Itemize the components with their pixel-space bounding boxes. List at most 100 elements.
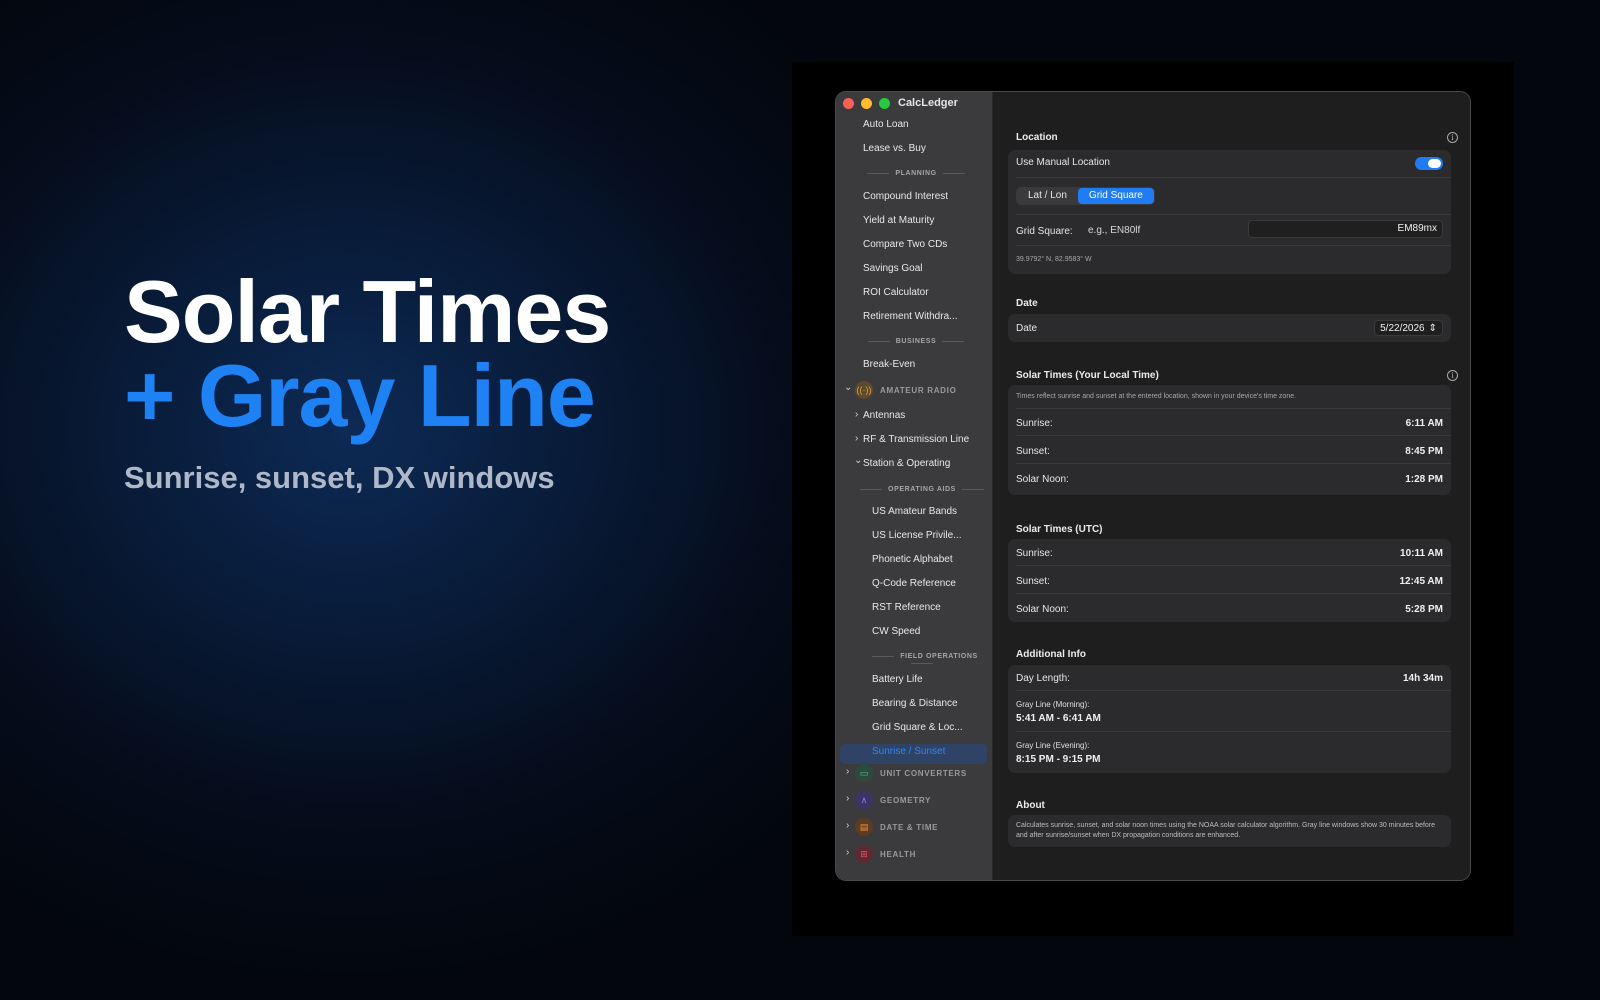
stepper-icon: ⇕ (1428, 322, 1437, 334)
day-length-value: 14h 34m (1402, 673, 1443, 684)
seg-lat-lon[interactable]: Lat / Lon (1017, 188, 1078, 204)
local-times-note: Times reflect sunrise and sunset at the … (1016, 393, 1297, 400)
additional-info-title: Additional Info (1016, 649, 1086, 660)
chevron-down-icon[interactable]: ⌄ (854, 455, 862, 466)
sidebar-item-break-even[interactable]: Break-Even (863, 359, 915, 370)
sidebar-item-lease-vs-buy[interactable]: Lease vs. Buy (863, 143, 926, 154)
utc-times-title: Solar Times (UTC) (1016, 524, 1103, 535)
sidebar-item-sunrise-sunset[interactable]: Sunrise / Sunset (872, 746, 945, 757)
ruler-icon: ▭ (855, 764, 873, 782)
sidebar-item-roi-calculator[interactable]: ROI Calculator (863, 287, 929, 298)
utc-times-card: Sunrise: 10:11 AM Sunset: 12:45 AM Solar… (1008, 539, 1451, 622)
seg-grid-square[interactable]: Grid Square (1077, 188, 1154, 204)
date-value: 5/22/2026 (1380, 322, 1425, 334)
local-times-card: Times reflect sunrise and sunset at the … (1008, 385, 1451, 495)
sidebar-item-phonetic[interactable]: Phonetic Alphabet (872, 554, 953, 565)
sidebar-item-grid-square[interactable]: Grid Square & Loc... (872, 722, 963, 733)
sidebar-item-bearing-distance[interactable]: Bearing & Distance (872, 698, 958, 709)
close-button[interactable] (843, 98, 854, 109)
divider (1016, 593, 1451, 594)
sidebar-item-q-code[interactable]: Q-Code Reference (872, 578, 956, 589)
gray-line-morning-value: 5:41 AM - 6:41 AM (1016, 713, 1101, 724)
utc-noon-value: 5:28 PM (1405, 604, 1443, 615)
chevron-down-icon[interactable]: ⌄ (844, 382, 852, 393)
chevron-right-icon[interactable]: › (855, 409, 858, 420)
location-title: Location (1016, 132, 1058, 143)
local-noon-value: 1:28 PM (1405, 474, 1443, 485)
chevron-right-icon[interactable]: › (855, 433, 858, 444)
location-card: Use Manual Location Lat / Lon Grid Squar… (1008, 150, 1451, 274)
minimize-button[interactable] (861, 98, 872, 109)
sidebar-item-savings-goal[interactable]: Savings Goal (863, 263, 922, 274)
grid-square-label: Grid Square: (1016, 226, 1073, 237)
category-date-time[interactable]: DATE & TIME (880, 823, 938, 832)
date-card: Date 5/22/2026 ⇕ (1008, 314, 1451, 342)
section-header-operating-aids: OPERATING AIDS (852, 486, 992, 493)
compass-icon: ∧ (855, 791, 873, 809)
category-amateur-radio[interactable]: AMATEUR RADIO (880, 386, 957, 395)
app-window: CalcLedger Auto Loan Lease vs. Buy PLANN… (835, 91, 1471, 881)
sidebar-item-rst[interactable]: RST Reference (872, 602, 941, 613)
divider (1016, 565, 1451, 566)
utc-sunset-label: Sunset: (1016, 576, 1050, 587)
day-length-label: Day Length: (1016, 673, 1070, 684)
window-controls (843, 98, 890, 109)
sidebar-group-antennas[interactable]: Antennas (863, 410, 905, 421)
gray-line-evening-value: 8:15 PM - 9:15 PM (1016, 754, 1101, 765)
date-label: Date (1016, 323, 1038, 334)
about-text: Calculates sunrise, sunset, and solar no… (1016, 822, 1436, 839)
location-mode-segmented[interactable]: Lat / Lon Grid Square (1016, 187, 1155, 205)
date-picker[interactable]: 5/22/2026 ⇕ (1374, 320, 1443, 336)
sidebar-item-auto-loan[interactable]: Auto Loan (863, 119, 909, 130)
hero-subtitle: Sunrise, sunset, DX windows (124, 460, 555, 495)
chevron-right-icon[interactable]: › (846, 793, 849, 804)
info-icon[interactable]: i (1447, 132, 1458, 143)
local-noon-label: Solar Noon: (1016, 474, 1069, 485)
info-icon[interactable]: i (1447, 370, 1458, 381)
sidebar-item-yield-at-maturity[interactable]: Yield at Maturity (863, 215, 934, 226)
chevron-right-icon[interactable]: › (846, 766, 849, 777)
sidebar-group-station-operating[interactable]: Station & Operating (863, 458, 950, 469)
sidebar-item-cw-speed[interactable]: CW Speed (872, 626, 920, 637)
category-health[interactable]: HEALTH (880, 850, 916, 859)
category-geometry[interactable]: GEOMETRY (880, 796, 931, 805)
zoom-button[interactable] (879, 98, 890, 109)
sidebar-item-retirement[interactable]: Retirement Withdra... (863, 311, 957, 322)
sidebar: CalcLedger Auto Loan Lease vs. Buy PLANN… (836, 92, 993, 880)
sidebar-item-us-license[interactable]: US License Privile... (872, 530, 961, 541)
divider (1016, 463, 1451, 464)
chevron-right-icon[interactable]: › (846, 820, 849, 831)
utc-sunrise-value: 10:11 AM (1400, 548, 1443, 559)
divider (1016, 731, 1451, 732)
divider (1016, 408, 1451, 409)
section-header-business: BUSINESS (846, 338, 986, 345)
sidebar-item-us-bands[interactable]: US Amateur Bands (872, 506, 957, 517)
hero-title-accent: + Gray Line (124, 346, 596, 445)
section-header-planning: PLANNING (846, 170, 986, 177)
about-card: Calculates sunrise, sunset, and solar no… (1008, 815, 1451, 847)
grid-square-input[interactable]: EM89mx (1248, 220, 1443, 238)
gray-line-evening-label: Gray Line (Evening): (1016, 741, 1090, 750)
sidebar-group-rf-transmission[interactable]: RF & Transmission Line (863, 434, 969, 445)
grid-square-placeholder: e.g., EN80lf (1088, 225, 1141, 236)
coordinates-readout: 39.9792° N, 82.9583° W (1016, 256, 1092, 263)
local-sunset-label: Sunset: (1016, 446, 1050, 457)
local-sunrise-value: 6:11 AM (1405, 418, 1443, 429)
category-unit-converters[interactable]: UNIT CONVERTERS (880, 769, 967, 778)
utc-noon-label: Solar Noon: (1016, 604, 1069, 615)
sidebar-item-battery-life[interactable]: Battery Life (872, 674, 923, 685)
health-icon: ⊞ (855, 845, 873, 863)
chevron-right-icon[interactable]: › (846, 847, 849, 858)
divider (1016, 690, 1451, 691)
hero-title: Solar Times (124, 262, 611, 361)
local-sunrise-label: Sunrise: (1016, 418, 1053, 429)
hero: Solar Times + Gray Line Sunrise, sunset,… (124, 262, 611, 496)
divider (1016, 214, 1451, 215)
divider (1016, 435, 1451, 436)
local-times-title: Solar Times (Your Local Time) (1016, 370, 1159, 381)
manual-location-toggle[interactable] (1415, 157, 1443, 170)
sidebar-item-compound-interest[interactable]: Compound Interest (863, 191, 948, 202)
window-title: CalcLedger (898, 97, 958, 109)
sidebar-item-compare-cds[interactable]: Compare Two CDs (863, 239, 947, 250)
divider (1016, 245, 1451, 246)
